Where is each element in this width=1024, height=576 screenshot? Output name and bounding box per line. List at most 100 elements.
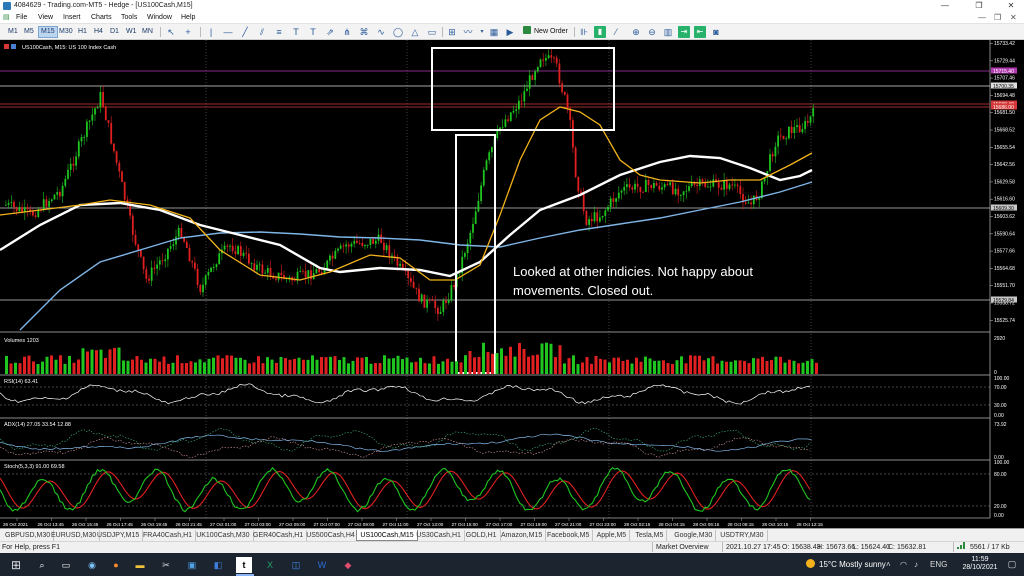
- metatrader-icon[interactable]: t: [236, 557, 252, 573]
- timeframe-mn-button[interactable]: MN: [140, 26, 155, 38]
- volume-icon[interactable]: ♪: [914, 553, 918, 576]
- chart-tab[interactable]: US500Cash,H4: [303, 530, 359, 541]
- chevron-down-icon[interactable]: ▾: [476, 26, 488, 38]
- notifications-icon[interactable]: ▢: [1006, 558, 1018, 570]
- input-language[interactable]: ENG: [930, 553, 947, 576]
- task-view-icon[interactable]: ▭: [58, 557, 74, 573]
- close-button[interactable]: ✕: [1000, 0, 1022, 12]
- chart-tab[interactable]: GBPUSD,M30: [2, 530, 55, 541]
- chart-menu-icon[interactable]: ▤: [3, 12, 10, 24]
- trendline-icon[interactable]: ╱: [239, 26, 251, 38]
- menu-tools[interactable]: Tools: [121, 12, 137, 24]
- child-minimize-button[interactable]: —: [978, 12, 986, 24]
- indicators-icon[interactable]: 〰: [462, 26, 474, 38]
- timeframe-h1-button[interactable]: H1: [76, 26, 89, 38]
- templates-icon[interactable]: ▦: [488, 26, 500, 38]
- menu-view[interactable]: View: [38, 12, 53, 24]
- chart-tab[interactable]: UK100Cash,M30: [193, 530, 254, 541]
- windows-start-icon[interactable]: ⊞: [8, 557, 24, 573]
- maximize-button[interactable]: ❐: [968, 0, 990, 12]
- chart-tab[interactable]: Tesla,M5: [632, 530, 668, 541]
- chart-tab[interactable]: US30Cash,H1: [413, 530, 465, 541]
- taskbar-clock[interactable]: 11:59 28/10/2021: [958, 556, 1002, 572]
- timeframe-m1-button[interactable]: M1: [6, 26, 20, 38]
- timeframe-w1-button[interactable]: W1: [124, 26, 139, 38]
- screenshot-icon[interactable]: ◙: [710, 26, 722, 38]
- label-tool-icon[interactable]: T: [307, 26, 319, 38]
- ellipse-icon[interactable]: ◯: [392, 26, 404, 38]
- chart-tab[interactable]: US100Cash,M15: [356, 530, 418, 541]
- menu-insert[interactable]: Insert: [63, 12, 81, 24]
- algo-trading-icon[interactable]: ▶: [504, 26, 516, 38]
- timeframe-m30-button[interactable]: M30: [57, 26, 75, 38]
- line-chart-icon[interactable]: ⁄: [610, 26, 622, 38]
- word-icon[interactable]: W: [314, 557, 330, 573]
- volume-bar: [99, 349, 103, 374]
- menu-window[interactable]: Window: [147, 12, 172, 24]
- snipping-tool-icon[interactable]: ✂: [158, 557, 174, 573]
- menu-file[interactable]: File: [16, 12, 27, 24]
- new-order-button[interactable]: New Order: [523, 26, 568, 38]
- vertical-line-icon[interactable]: |: [205, 26, 217, 38]
- chart-menu-icon[interactable]: [4, 44, 9, 49]
- price-chart[interactable]: Looked at other indicies. Not happy abou…: [0, 40, 1024, 528]
- arrow-tool-icon[interactable]: ⇗: [324, 26, 336, 38]
- chart-window[interactable]: Looked at other indicies. Not happy abou…: [0, 40, 1024, 528]
- edge-icon[interactable]: ◉: [84, 557, 100, 573]
- excel-icon[interactable]: X: [262, 557, 278, 573]
- timeframe-d1-button[interactable]: D1: [108, 26, 121, 38]
- crosshair-icon[interactable]: +: [182, 26, 194, 38]
- file-explorer-icon[interactable]: ▬: [132, 557, 148, 573]
- annotation-text-line1[interactable]: Looked at other indicies. Not happy abou…: [513, 264, 753, 279]
- equidistant-channel-icon[interactable]: ⫽: [256, 26, 268, 38]
- annotation-text-line2[interactable]: movements. Closed out.: [513, 283, 653, 298]
- minimize-button[interactable]: —: [934, 0, 956, 12]
- firefox-icon[interactable]: ●: [108, 557, 124, 573]
- timeframe-m5-button[interactable]: M5: [22, 26, 36, 38]
- search-icon[interactable]: ⌕: [34, 557, 50, 573]
- child-restore-button[interactable]: ❐: [994, 12, 1001, 24]
- triangle-icon[interactable]: △: [409, 26, 421, 38]
- child-close-button[interactable]: ✕: [1010, 12, 1017, 24]
- chart-tab[interactable]: GOLD,H1: [463, 530, 501, 541]
- candlestick-chart-icon[interactable]: ▮: [594, 26, 606, 38]
- paint-icon[interactable]: ◆: [340, 557, 356, 573]
- tile-windows-icon[interactable]: ▥: [662, 26, 674, 38]
- zoom-out-icon[interactable]: ⊖: [646, 26, 658, 38]
- weather-widget[interactable]: 15°C Mostly sunny: [806, 553, 886, 576]
- photos-icon[interactable]: ▣: [184, 557, 200, 573]
- chart-tab[interactable]: Facebook,M5: [544, 530, 594, 541]
- one-click-trading-icon[interactable]: [11, 44, 16, 49]
- fibonacci-icon[interactable]: ≡: [273, 26, 285, 38]
- grid-layout-icon[interactable]: ⊞: [446, 26, 458, 38]
- time-axis[interactable]: 26 Oct 2021 26 Oct 13:45 26 Oct 15:45 26 Oc…: [3, 518, 823, 527]
- tray-chevron-icon[interactable]: ˄: [886, 553, 891, 576]
- outlook-icon[interactable]: ◫: [288, 557, 304, 573]
- network-icon[interactable]: ◠: [900, 553, 907, 576]
- rectangle-icon[interactable]: ▭: [426, 26, 438, 38]
- menu-help[interactable]: Help: [181, 12, 195, 24]
- pitchfork-icon[interactable]: ⋔: [341, 26, 353, 38]
- chart-tab[interactable]: Google,M30: [671, 530, 717, 541]
- chart-tab[interactable]: FRA40Cash,H1: [140, 530, 197, 541]
- chart-tab[interactable]: USDTRY,M30: [717, 530, 768, 541]
- chart-tab[interactable]: USDJPY,M15: [94, 530, 144, 541]
- cursor-icon[interactable]: ↖: [165, 26, 177, 38]
- horizontal-line-icon[interactable]: —: [222, 26, 234, 38]
- bar-chart-icon[interactable]: ⊪: [578, 26, 590, 38]
- chart-tab[interactable]: GER40Cash,H1: [250, 530, 308, 541]
- text-tool-icon[interactable]: T: [290, 26, 302, 38]
- shapes-icon[interactable]: ⌘: [358, 26, 370, 38]
- chart-shift-icon[interactable]: ⇤: [694, 26, 706, 38]
- autoscroll-icon[interactable]: ⇥: [678, 26, 690, 38]
- elliott-wave-icon[interactable]: ∿: [375, 26, 387, 38]
- store-icon[interactable]: ◧: [210, 557, 226, 573]
- chart-tab[interactable]: Amazon,M15: [498, 530, 547, 541]
- zoom-in-icon[interactable]: ⊕: [630, 26, 642, 38]
- timeframe-h4-button[interactable]: H4: [92, 26, 105, 38]
- annotation-rectangle-top[interactable]: [431, 47, 615, 131]
- chart-tab[interactable]: Apple,M5: [594, 530, 631, 541]
- timeframe-m15-button[interactable]: M15: [38, 26, 58, 38]
- chart-tab[interactable]: EURUSD,M30: [48, 530, 101, 541]
- menu-charts[interactable]: Charts: [91, 12, 112, 24]
